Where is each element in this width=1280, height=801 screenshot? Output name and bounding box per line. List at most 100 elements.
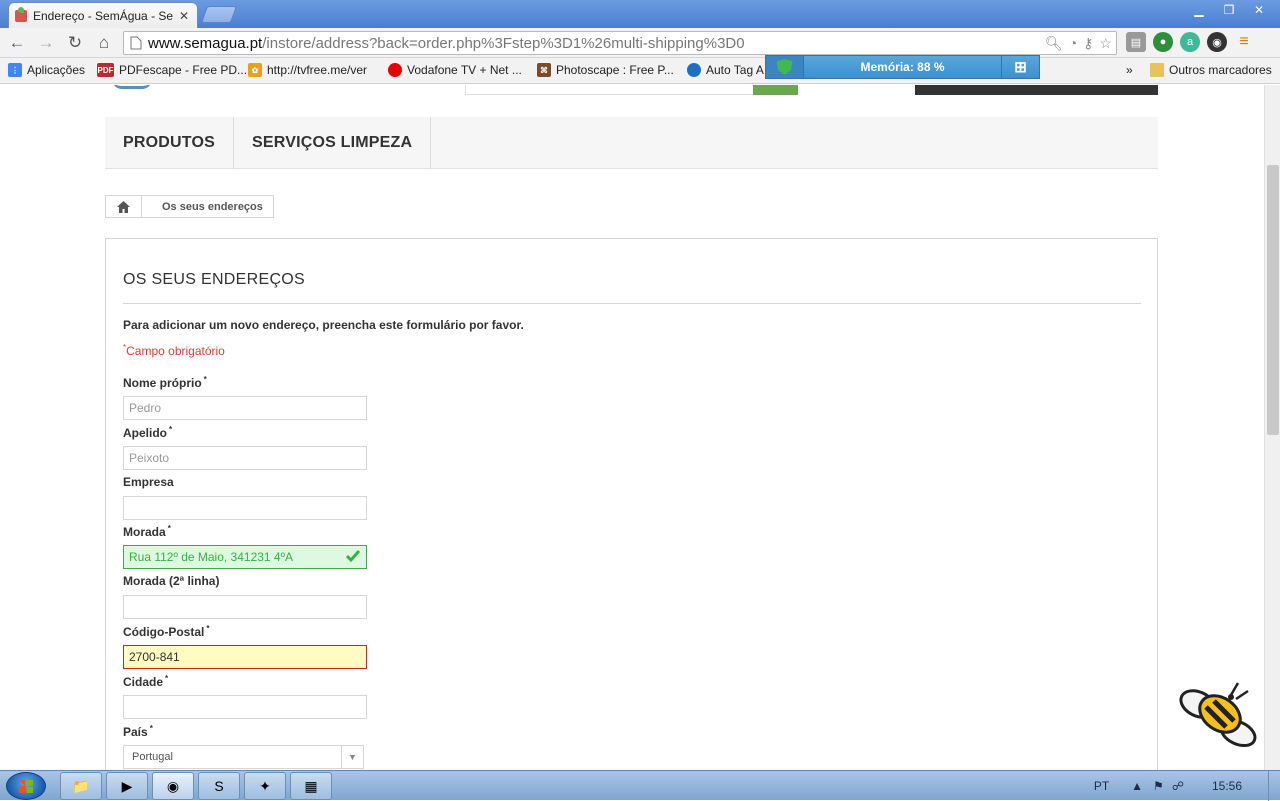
memory-monitor-widget[interactable]: Memória: 88 % ⊞ bbox=[765, 55, 1040, 79]
main-navigation: PRODUTOS SERVIÇOS LIMPEZA bbox=[105, 117, 1158, 169]
site-logo[interactable] bbox=[112, 85, 152, 89]
address-field[interactable]: Rua 112º de Maio, 341231 4ºA bbox=[123, 545, 367, 569]
bookmarks-overflow-button[interactable]: » bbox=[1126, 63, 1133, 77]
restore-icon[interactable]: ❐ bbox=[1214, 0, 1244, 20]
back-arrow-icon[interactable]: ← bbox=[6, 33, 28, 53]
address-bar[interactable]: www.semagua.pt/instore/address?back=orde… bbox=[123, 31, 1117, 55]
home-icon[interactable]: ⌂ bbox=[93, 33, 115, 53]
nav-item-produtos[interactable]: PRODUTOS bbox=[105, 117, 234, 169]
zoom-icon[interactable]: 🔍︎ bbox=[1045, 35, 1063, 52]
bookmark-autotag[interactable]: Auto Tag A bbox=[687, 63, 764, 77]
label-address-line2: Morada (2ª linha) bbox=[123, 574, 220, 588]
bookmark-label: PDFescape - Free PD... bbox=[119, 63, 248, 77]
chrome-menu-icon[interactable]: ≡ bbox=[1234, 32, 1254, 52]
country-select[interactable]: Portugal ▼ bbox=[123, 745, 364, 769]
first-name-field[interactable]: Pedro bbox=[123, 396, 367, 420]
new-tab-button[interactable] bbox=[200, 6, 238, 23]
nav-item-servicos-limpeza[interactable]: SERVIÇOS LIMPEZA bbox=[234, 117, 432, 169]
breadcrumb: Os seus endereços bbox=[105, 195, 274, 218]
site-search-button[interactable] bbox=[753, 85, 798, 95]
network-icon[interactable]: ☍ bbox=[1172, 779, 1184, 793]
extension-a-icon[interactable]: a bbox=[1180, 32, 1200, 52]
browser-tab[interactable]: Endereço - SemÁgua - Se ✕ bbox=[8, 2, 198, 28]
form-intro-text: Para adicionar um novo endereço, preench… bbox=[123, 318, 524, 332]
apps-grid-icon: ⋮ bbox=[8, 63, 22, 77]
explorer-taskbar-icon[interactable]: 📁 bbox=[60, 772, 102, 800]
last-name-field[interactable]: Peixoto bbox=[123, 446, 367, 470]
bookmark-star-icon[interactable]: ☆ bbox=[1099, 35, 1112, 52]
bee-mascot-icon[interactable] bbox=[1176, 679, 1261, 749]
reload-icon[interactable]: ↻ bbox=[64, 33, 86, 53]
key-icon[interactable]: ⚷ bbox=[1083, 35, 1093, 52]
country-value: Portugal bbox=[132, 751, 173, 763]
bookmark-vodafone[interactable]: Vodafone TV + Net ... bbox=[388, 63, 522, 77]
other-bookmarks[interactable]: Outros marcadores bbox=[1150, 63, 1272, 77]
show-desktop-button[interactable] bbox=[1268, 771, 1280, 801]
city-field[interactable] bbox=[123, 695, 367, 719]
required-asterisk: * bbox=[203, 375, 207, 384]
bookmark-pdfescape[interactable]: PDF PDFescape - Free PD... bbox=[97, 63, 247, 77]
chevron-down-icon: ▼ bbox=[341, 746, 363, 768]
media-player-taskbar-icon[interactable]: ▶ bbox=[106, 772, 148, 800]
extension-printer-icon[interactable]: ▤ bbox=[1126, 32, 1146, 52]
memory-label: Memória: 88 % bbox=[860, 60, 945, 74]
photoscape-icon: ⌘ bbox=[537, 63, 551, 77]
scrollbar-thumb[interactable] bbox=[1267, 165, 1279, 435]
cart-block[interactable] bbox=[915, 85, 1158, 95]
bookmark-tvfree[interactable]: ✿ http://tvfree.me/ver bbox=[248, 63, 367, 77]
plus-grid-icon[interactable]: ⊞ bbox=[1001, 56, 1039, 78]
start-button[interactable] bbox=[6, 772, 46, 800]
extension-owl-icon[interactable]: ◉ bbox=[1207, 32, 1227, 52]
browser-toolbar: ← → ↻ ⌂ www.semagua.pt/instore/address?b… bbox=[0, 28, 1280, 58]
label-last-name: Apelido * bbox=[123, 425, 172, 440]
label-text: Apelido bbox=[123, 426, 167, 440]
title-divider bbox=[123, 303, 1141, 304]
minimize-icon[interactable]: ▁ bbox=[1184, 0, 1214, 20]
tab-close-icon[interactable]: ✕ bbox=[177, 9, 191, 23]
tray-expand-icon[interactable]: ▲ bbox=[1131, 779, 1143, 793]
label-text: Nome próprio bbox=[123, 376, 202, 390]
required-asterisk: * bbox=[169, 425, 173, 434]
window-controls: ▁ ❐ ✕ bbox=[1184, 0, 1274, 20]
extension-green-icon[interactable]: ● bbox=[1153, 32, 1173, 52]
other-bookmarks-label: Outros marcadores bbox=[1169, 63, 1272, 77]
label-text: Código-Postal bbox=[123, 625, 205, 639]
windows-taskbar: 📁 ▶ ◉ S ✦ ▦ PT ▲ ⚑ ☍ 15:56 bbox=[0, 770, 1280, 801]
bookmark-photoscape[interactable]: ⌘ Photoscape : Free P... bbox=[537, 63, 674, 77]
breadcrumb-home-icon[interactable] bbox=[106, 196, 142, 217]
required-asterisk: * bbox=[167, 524, 171, 533]
forward-arrow-icon[interactable]: → bbox=[35, 33, 57, 53]
url-path: /instore/address?back=order.php%3Fstep%3… bbox=[262, 34, 745, 52]
company-field[interactable] bbox=[123, 496, 367, 520]
chrome-taskbar-icon[interactable]: ◉ bbox=[152, 772, 194, 800]
site-search-input[interactable] bbox=[465, 85, 755, 95]
bookmark-label: Photoscape : Free P... bbox=[556, 63, 674, 77]
address-line2-field[interactable] bbox=[123, 595, 367, 619]
postcode-field[interactable]: 2700-841 bbox=[123, 645, 367, 669]
web-page: PRODUTOS SERVIÇOS LIMPEZA Os seus endere… bbox=[0, 85, 1264, 770]
shield-icon bbox=[766, 56, 804, 78]
required-asterisk: * bbox=[206, 624, 210, 633]
page-icon bbox=[130, 36, 142, 50]
breadcrumb-current: Os seus endereços bbox=[162, 200, 263, 213]
clock[interactable]: 15:56 bbox=[1212, 779, 1242, 793]
autotag-icon bbox=[687, 63, 701, 77]
label-city: Cidade * bbox=[123, 674, 168, 689]
translate-icon[interactable]: ◔ bbox=[1069, 35, 1077, 52]
flag-icon[interactable]: ⚑ bbox=[1153, 779, 1164, 793]
site-favicon-icon bbox=[15, 6, 27, 22]
language-indicator[interactable]: PT bbox=[1094, 779, 1109, 793]
bookmark-apps[interactable]: ⋮ Aplicações bbox=[8, 63, 85, 77]
address-form-panel: OS SEUS ENDEREÇOS Para adicionar um novo… bbox=[105, 238, 1158, 770]
calculator-taskbar-icon[interactable]: ▦ bbox=[290, 772, 332, 800]
required-note: *Campo obrigatório bbox=[123, 343, 225, 358]
page-scrollbar[interactable] bbox=[1264, 85, 1280, 770]
bookmark-label: http://tvfree.me/ver bbox=[267, 63, 368, 77]
label-country: País * bbox=[123, 724, 153, 739]
skype-taskbar-icon[interactable]: S bbox=[198, 772, 240, 800]
label-text: País bbox=[123, 725, 148, 739]
system-tray: PT ▲ ⚑ ☍ 15:56 bbox=[1094, 771, 1280, 801]
close-window-icon[interactable]: ✕ bbox=[1244, 0, 1274, 20]
app-taskbar-icon[interactable]: ✦ bbox=[244, 772, 286, 800]
tab-title: Endereço - SemÁgua - Se bbox=[33, 8, 174, 23]
